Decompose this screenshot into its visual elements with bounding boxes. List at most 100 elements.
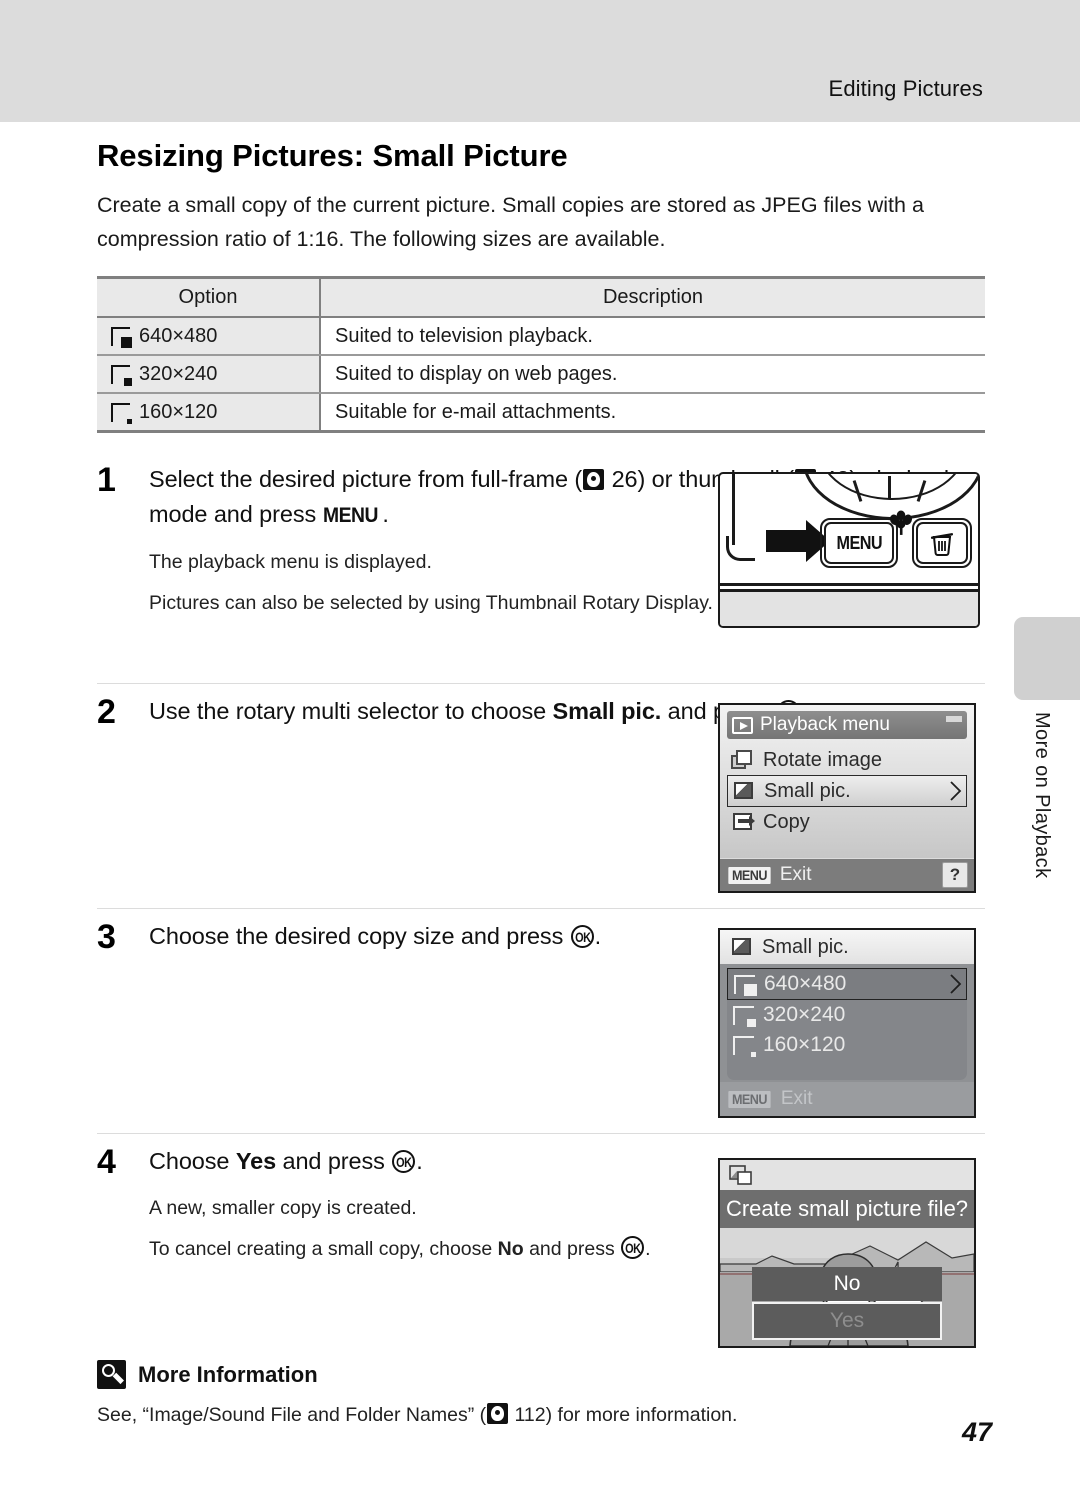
size-list: 640×480 320×240 160×120 — [727, 968, 967, 1080]
more-information-title: More Information — [138, 1361, 318, 1387]
menu-item-small-pic[interactable]: Small pic. — [727, 775, 967, 807]
chevron-right-icon — [950, 781, 962, 801]
size-item-160x120[interactable]: 160×120 — [727, 1030, 967, 1060]
step-number: 2 — [97, 693, 116, 731]
copy-icon — [731, 812, 755, 832]
note-text: and press — [523, 1238, 621, 1260]
chevron-right-icon — [950, 974, 962, 994]
ok-label: OK — [625, 1239, 641, 1256]
step-bold-term: Yes — [235, 1148, 277, 1174]
table-cell-option: 320×240 — [97, 355, 321, 394]
table-cell-description: Suited to display on web pages. — [320, 355, 985, 394]
screen-top-bar — [720, 1160, 974, 1190]
ok-label: OK — [574, 928, 591, 945]
ok-button-icon: OK — [392, 1150, 416, 1173]
reference-book-icon — [487, 1403, 509, 1424]
size-item-320x240[interactable]: 320×240 — [727, 1000, 967, 1030]
table-cell-description: Suitable for e-mail attachments. — [320, 393, 985, 433]
small-pic-icon — [732, 781, 755, 801]
delete-trash-icon — [930, 533, 954, 556]
size-640x480-icon — [734, 974, 757, 996]
note-text: . — [645, 1238, 651, 1260]
size-160x120-icon — [733, 1035, 756, 1057]
screen-footer: MENU Exit — [720, 1082, 974, 1116]
table-cell-option: 160×120 — [97, 393, 321, 433]
section-divider — [97, 908, 985, 909]
exit-label: Exit — [779, 864, 812, 885]
section-tab — [1014, 617, 1080, 700]
page-ref: 112 — [514, 1404, 546, 1426]
more-information-icon — [97, 1360, 126, 1389]
menu-item-rotate-image[interactable]: Rotate image — [727, 745, 967, 775]
camera-body-edge — [732, 474, 735, 545]
table-header-option: Option — [97, 276, 321, 318]
size-item-label: 160×120 — [763, 1033, 846, 1056]
table-cell-description: Suited to television playback. — [320, 317, 985, 356]
option-label: 320×240 — [139, 362, 218, 385]
ok-button-icon: OK — [621, 1236, 645, 1259]
intro-paragraph: Create a small copy of the current pictu… — [97, 193, 924, 251]
menu-list: Rotate image Small pic. Copy — [727, 745, 967, 837]
step-text: . — [382, 501, 389, 527]
table-header-description: Description — [320, 276, 985, 318]
step-text: Choose the desired copy size and press — [149, 923, 570, 949]
step-number: 1 — [97, 461, 116, 499]
help-button[interactable]: ? — [942, 862, 968, 888]
table-row: 320×240 Suited to display on web pages. — [97, 355, 985, 394]
step-text: Use the rotary multi selector to choose — [149, 698, 553, 724]
menu-badge: MENU — [728, 866, 771, 884]
step-bold-term: Small pic. — [552, 698, 662, 724]
size-640x480-icon — [111, 326, 132, 348]
confirm-buttons: No Yes — [752, 1267, 942, 1340]
screen-title-bar: Small pic. — [720, 930, 974, 964]
table-cell-option: 640×480 — [97, 317, 321, 356]
reference-book-icon — [583, 469, 605, 490]
step-number: 4 — [97, 1143, 116, 1181]
option-label: 640×480 — [139, 324, 218, 347]
battery-indicator-icon — [946, 716, 962, 722]
size-item-label: 640×480 — [764, 972, 847, 995]
section-tab-label: More on Playback — [1031, 712, 1053, 879]
section-divider — [97, 683, 985, 684]
ok-label: OK — [396, 1153, 412, 1170]
menu-item-label: Rotate image — [763, 748, 882, 771]
menu-button[interactable]: MENU — [820, 518, 898, 568]
menu-button-label: MENU — [836, 532, 882, 553]
header-band — [0, 0, 1080, 122]
table-row: 160×120 Suitable for e-mail attachments. — [97, 393, 985, 433]
menu-item-copy[interactable]: Copy — [727, 807, 967, 837]
playback-menu-screen: Playback menu Rotate image Small pic. Co… — [718, 703, 976, 893]
confirm-screen: Create small picture file? No Yes — [718, 1158, 976, 1348]
table-header-row: Option Description — [97, 276, 985, 318]
size-320x240-icon — [111, 364, 132, 386]
screen-footer: MENU Exit ? — [720, 858, 974, 891]
step-text: . — [416, 1148, 423, 1174]
camera-back-illustration: MENU — [718, 472, 980, 628]
menu-button-glyph: MENU — [322, 504, 379, 527]
size-item-640x480[interactable]: 640×480 — [727, 968, 967, 1000]
delete-button[interactable] — [912, 518, 972, 568]
yes-button[interactable]: Yes — [752, 1302, 942, 1340]
exit-label: Exit — [780, 1088, 813, 1109]
ok-button-icon: OK — [570, 925, 594, 948]
step-text: . — [594, 923, 602, 949]
playback-icon — [732, 716, 753, 734]
confirm-question: Create small picture file? — [720, 1190, 974, 1228]
option-label: 160×120 — [139, 400, 218, 423]
manual-page: Editing Pictures More on Playback Resizi… — [0, 0, 1080, 1486]
macro-flower-icon — [889, 510, 913, 535]
page-title: Resizing Pictures: Small Picture — [97, 138, 568, 173]
page-number: 47 — [961, 1417, 992, 1447]
size-320x240-icon — [733, 1005, 756, 1027]
no-button[interactable]: No — [752, 1267, 942, 1301]
menu-badge: MENU — [728, 1090, 771, 1108]
size-item-label: 320×240 — [763, 1003, 846, 1026]
screen-title: Playback menu — [760, 714, 890, 735]
note-text: To cancel creating a small copy, choose — [149, 1238, 498, 1260]
running-head: Editing Pictures — [828, 76, 983, 101]
rotate-image-icon — [731, 750, 754, 770]
small-pic-icon — [729, 1165, 752, 1185]
step-text: Select the desired picture from full-fra… — [149, 466, 583, 492]
screen-title-bar: Playback menu — [727, 711, 967, 739]
text: ) for more information. — [545, 1404, 738, 1426]
